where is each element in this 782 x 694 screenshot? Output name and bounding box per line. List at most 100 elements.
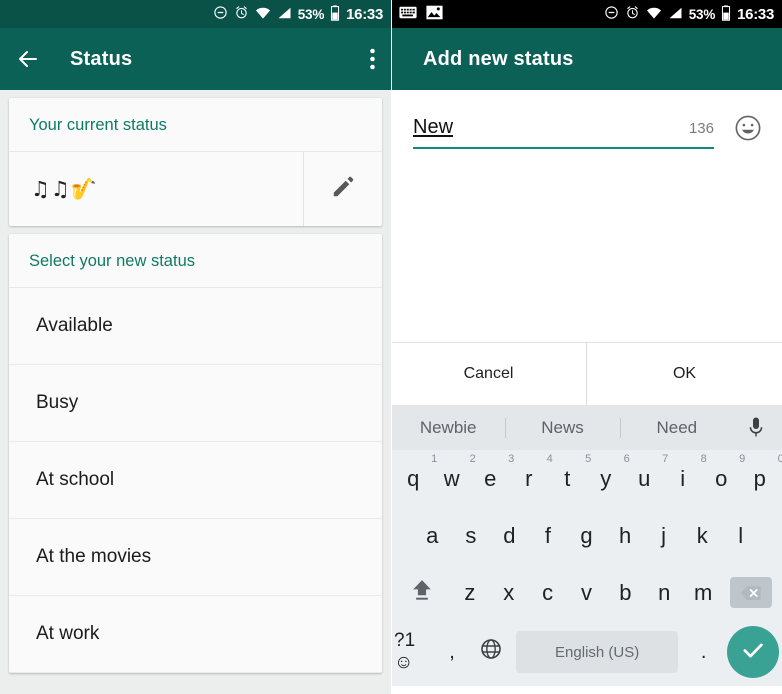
key-g[interactable]: g <box>567 508 606 563</box>
key-label: x <box>503 579 515 605</box>
cancel-button-label: Cancel <box>463 365 514 382</box>
status-bar-right-notifications <box>399 5 443 23</box>
key-n[interactable]: n <box>645 565 684 620</box>
spacebar-key[interactable]: English (US) <box>515 631 679 673</box>
key-a[interactable]: a <box>413 508 452 563</box>
key-p[interactable]: 0p <box>741 451 782 506</box>
status-bar-right: 53% 16:33 <box>391 0 782 28</box>
right-app-bar: Add new status <box>391 28 782 90</box>
shift-icon <box>408 576 436 610</box>
dialog-title: Add new status <box>423 47 574 70</box>
dialog-body-spacer <box>391 149 782 342</box>
key-label: k <box>696 522 708 548</box>
key-m[interactable]: m <box>684 565 723 620</box>
do-not-disturb-icon <box>604 5 619 23</box>
cancel-button[interactable]: Cancel <box>391 343 587 405</box>
page-title: Status <box>70 47 133 70</box>
language-key[interactable] <box>471 625 510 680</box>
comma-key-label: , <box>449 640 455 663</box>
microphone-icon[interactable] <box>734 416 778 440</box>
key-q[interactable]: 1q <box>394 451 437 506</box>
ok-button[interactable]: OK <box>587 343 782 405</box>
clock-label: 16:33 <box>737 5 774 23</box>
key-label: e <box>484 465 497 491</box>
signal-icon <box>277 6 292 23</box>
backspace-key[interactable] <box>723 565 779 620</box>
symbols-key[interactable]: ?1☺ <box>394 625 433 680</box>
key-label: m <box>694 579 713 605</box>
current-status-card: Your current status ♫♫🎷 <box>9 98 382 226</box>
keyboard-row-4: ?1☺ , English (US) . <box>391 621 782 683</box>
key-f[interactable]: f <box>529 508 568 563</box>
key-d[interactable]: d <box>490 508 529 563</box>
key-c[interactable]: c <box>528 565 567 620</box>
edit-status-button[interactable] <box>303 152 382 226</box>
key-x[interactable]: x <box>489 565 528 620</box>
key-l[interactable]: l <box>721 508 760 563</box>
new-status-input-value: New <box>413 116 454 138</box>
more-vert-icon[interactable] <box>370 48 375 70</box>
suggestion-item[interactable]: Newbie <box>391 418 505 438</box>
key-w[interactable]: 2w <box>433 451 476 506</box>
wifi-icon <box>255 6 271 23</box>
comma-key[interactable]: , <box>433 625 472 680</box>
status-option-at-work[interactable]: At work <box>9 596 382 673</box>
shift-key[interactable] <box>394 565 450 620</box>
key-o[interactable]: 9o <box>702 451 745 506</box>
emoji-smiley-icon[interactable] <box>732 112 764 144</box>
spacebar-label: English (US) <box>555 643 640 661</box>
key-y[interactable]: 6y <box>587 451 630 506</box>
key-b[interactable]: b <box>606 565 645 620</box>
key-label: t <box>564 465 571 491</box>
key-k[interactable]: k <box>683 508 722 563</box>
key-s[interactable]: s <box>452 508 491 563</box>
key-z[interactable]: z <box>450 565 489 620</box>
ok-button-label: OK <box>672 365 697 382</box>
key-label: y <box>600 465 612 491</box>
key-j[interactable]: j <box>644 508 683 563</box>
status-option-at-the-movies[interactable]: At the movies <box>9 519 382 596</box>
key-label: h <box>618 522 632 548</box>
battery-percent-label: 53% <box>688 6 716 22</box>
status-option-at-school[interactable]: At school <box>9 442 382 519</box>
key-i[interactable]: 8i <box>664 451 706 506</box>
alarm-icon <box>625 5 640 23</box>
key-e[interactable]: 3e <box>471 451 514 506</box>
pencil-icon <box>330 174 356 205</box>
period-key-label: . <box>700 640 707 663</box>
suggestion-item[interactable]: News <box>505 418 619 438</box>
status-option-label: At the movies <box>36 546 152 567</box>
screenshot-root: 53% 16:33 Status Your current status ♫♫🎷 <box>0 0 782 694</box>
arrow-back-icon[interactable] <box>16 47 40 71</box>
suggestion-item[interactable]: Need <box>620 418 734 438</box>
right-phone-panel: 53% 16:33 Add new status New 136 Cancel <box>391 0 782 694</box>
status-option-label: At school <box>36 469 115 490</box>
status-option-label: Available <box>36 315 113 336</box>
current-status-row[interactable]: ♫♫🎷 <box>9 152 382 226</box>
check-icon <box>739 636 767 669</box>
alarm-icon <box>234 5 249 23</box>
key-label: v <box>581 579 592 605</box>
symbols-key-label: ?1☺ <box>394 630 416 673</box>
key-label: b <box>619 579 632 605</box>
key-h[interactable]: h <box>606 508 645 563</box>
key-v[interactable]: v <box>567 565 606 620</box>
key-label: l <box>738 522 744 548</box>
key-label: g <box>580 522 593 548</box>
status-bar-left-system-icons: 53% 16:33 <box>213 4 383 24</box>
new-status-input[interactable]: New 136 <box>413 116 714 149</box>
status-option-busy[interactable]: Busy <box>9 365 382 442</box>
new-status-input-area: New 136 <box>391 90 782 149</box>
battery-icon <box>330 4 340 24</box>
keyboard-row-1: 1q 2w 3e 4r 5t 6y 7u 8i 9o 0p <box>391 450 782 507</box>
key-label: d <box>503 522 516 548</box>
character-counter: 136 <box>688 120 714 137</box>
enter-key[interactable] <box>726 626 779 678</box>
period-key[interactable]: . <box>684 625 723 680</box>
key-t[interactable]: 5t <box>548 451 591 506</box>
key-r[interactable]: 4r <box>510 451 553 506</box>
key-u[interactable]: 7u <box>625 451 668 506</box>
status-option-available[interactable]: Available <box>9 288 382 365</box>
current-status-header: Your current status <box>9 98 382 152</box>
language-globe-icon <box>479 637 503 667</box>
